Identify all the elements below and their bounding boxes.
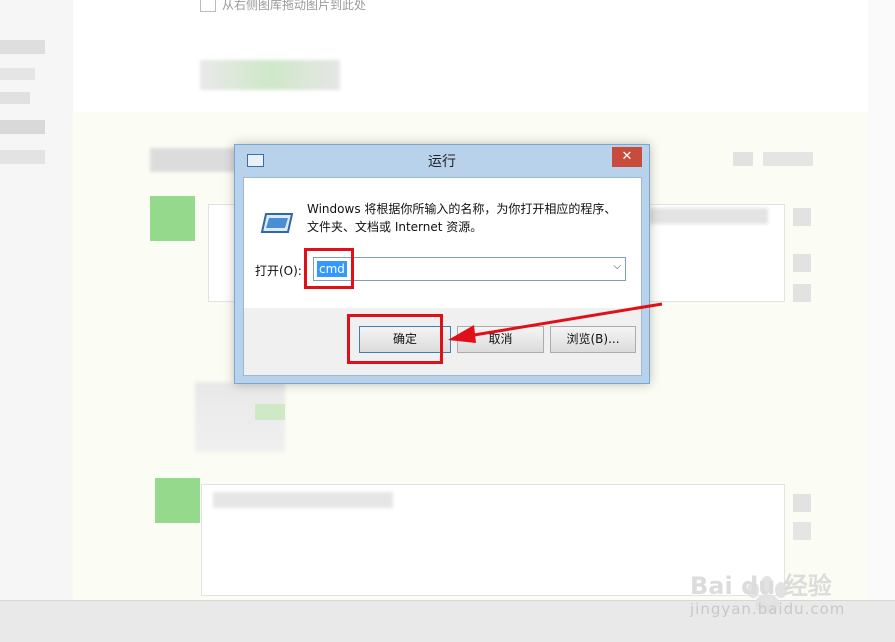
open-label: 打开(O): bbox=[255, 264, 302, 278]
drop-hint: 从右侧图库拖动图片到此处 bbox=[200, 0, 366, 13]
close-icon: ✕ bbox=[621, 149, 633, 164]
left-panel bbox=[0, 0, 73, 600]
watermark-brand: Bai du 经验 bbox=[690, 572, 832, 600]
highlight-box-cmd bbox=[304, 248, 354, 289]
pointer-arrow bbox=[448, 302, 663, 343]
run-program-icon bbox=[260, 213, 294, 233]
description-line-1: Windows 将根据你所输入的名称，为你打开相应的程序、 bbox=[307, 202, 617, 216]
open-combobox[interactable]: cmd ⌵ bbox=[313, 257, 626, 281]
dropdown-chevron-icon[interactable]: ⌵ bbox=[613, 261, 621, 272]
image-icon bbox=[200, 0, 216, 12]
watermark-url: jingyan.baidu.com bbox=[690, 600, 846, 618]
title-bar[interactable]: 运行 ✕ bbox=[235, 145, 649, 175]
image-drop-area[interactable] bbox=[73, 0, 868, 112]
description-line-2: 文件夹、文档或 Internet 资源。 bbox=[307, 220, 483, 234]
right-sidebar bbox=[868, 0, 895, 600]
close-button[interactable]: ✕ bbox=[612, 147, 642, 167]
dialog-title: 运行 bbox=[428, 154, 456, 170]
dialog-description: Windows 将根据你所输入的名称，为你打开相应的程序、 文件夹、文档或 In… bbox=[307, 200, 627, 236]
drop-hint-text: 从右侧图库拖动图片到此处 bbox=[222, 0, 367, 12]
highlight-box-ok bbox=[347, 314, 443, 364]
